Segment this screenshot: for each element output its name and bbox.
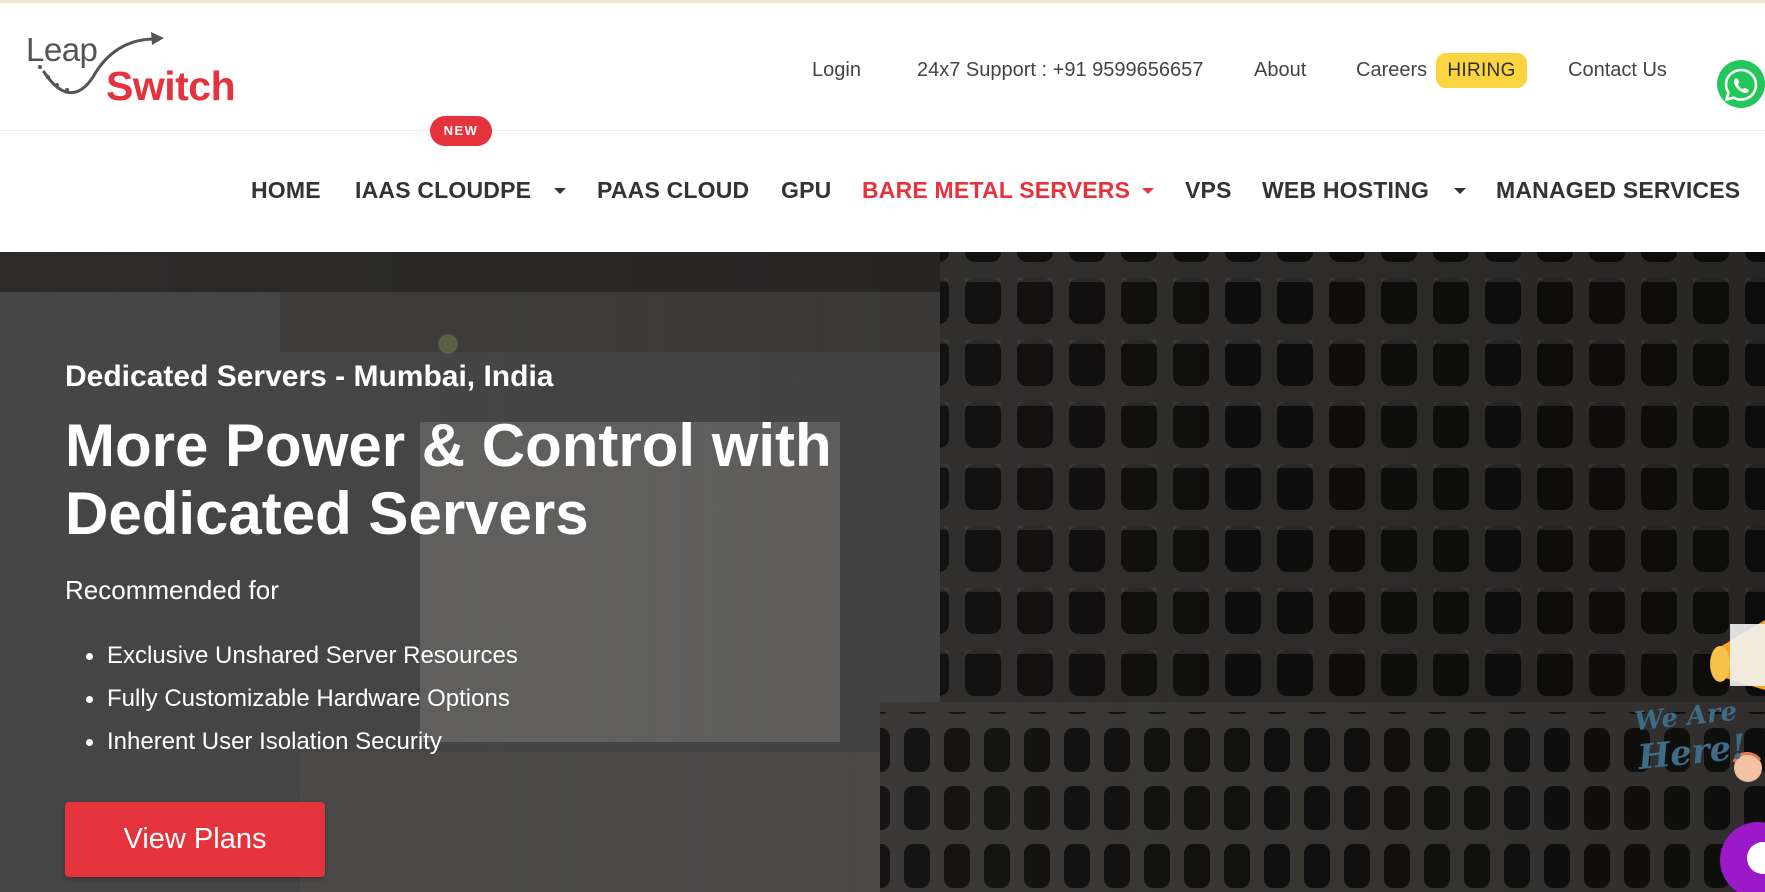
about-link[interactable]: About xyxy=(1254,59,1306,82)
chevron-down-icon[interactable] xyxy=(1454,188,1466,194)
view-plans-button[interactable]: View Plans xyxy=(65,802,325,877)
feature-list: Exclusive Unshared Server Resources Full… xyxy=(65,642,518,771)
bullet-icon xyxy=(86,653,93,660)
nav-gpu[interactable]: GPU xyxy=(781,177,831,204)
chevron-down-icon[interactable] xyxy=(554,188,566,194)
nav-vps[interactable]: VPS xyxy=(1185,177,1232,204)
nav-managed-services[interactable]: MANAGED SERVICES xyxy=(1496,177,1740,204)
bullet-icon xyxy=(86,696,93,703)
main-navigation: NEW HOME IAAS CLOUDPE PAAS CLOUD GPU BAR… xyxy=(0,116,1765,252)
nav-bare-metal-servers[interactable]: BARE METAL SERVERS xyxy=(862,177,1130,204)
feature-text: Fully Customizable Hardware Options xyxy=(107,685,510,712)
nav-web-hosting[interactable]: WEB HOSTING xyxy=(1262,177,1429,204)
list-item: Exclusive Unshared Server Resources xyxy=(65,642,518,685)
careers-link[interactable]: Careers xyxy=(1356,59,1427,82)
top-bar: Leap Switch Login 24x7 Support : +91 959… xyxy=(0,3,1765,131)
nav-iaas-cloudpe[interactable]: IAAS CLOUDPE xyxy=(355,177,531,204)
feature-text: Inherent User Isolation Security xyxy=(107,728,442,755)
nav-home[interactable]: HOME xyxy=(251,177,321,204)
hero-banner: Dedicated Servers - Mumbai, India More P… xyxy=(0,252,1765,892)
list-item: Fully Customizable Hardware Options xyxy=(65,685,518,728)
hero-overlay xyxy=(0,252,1765,892)
login-link[interactable]: Login xyxy=(812,59,861,82)
feature-text: Exclusive Unshared Server Resources xyxy=(107,642,518,669)
hero-title: More Power & Control with Dedicated Serv… xyxy=(65,412,832,547)
nav-paas-cloud[interactable]: PAAS CLOUD xyxy=(597,177,749,204)
we-are-here-text: We Are Here! xyxy=(1633,692,1760,778)
hero-subtitle: Dedicated Servers - Mumbai, India xyxy=(65,360,554,393)
whatsapp-button[interactable] xyxy=(1717,60,1765,108)
new-badge: NEW xyxy=(430,116,492,146)
list-item: Inherent User Isolation Security xyxy=(65,728,518,771)
recommended-for-label: Recommended for xyxy=(65,575,279,605)
contact-us-link[interactable]: Contact Us xyxy=(1568,59,1667,82)
hiring-badge[interactable]: HIRING xyxy=(1436,53,1527,88)
support-phone-link[interactable]: 24x7 Support : +91 9599656657 xyxy=(917,59,1203,82)
whatsapp-icon xyxy=(1724,68,1758,102)
chevron-down-icon[interactable] xyxy=(1142,188,1154,194)
utility-links: Login 24x7 Support : +91 9599656657 Abou… xyxy=(0,53,1765,89)
bullet-icon xyxy=(86,739,93,746)
we-are-here-chat-widget[interactable]: We Are Here! xyxy=(1630,620,1765,892)
